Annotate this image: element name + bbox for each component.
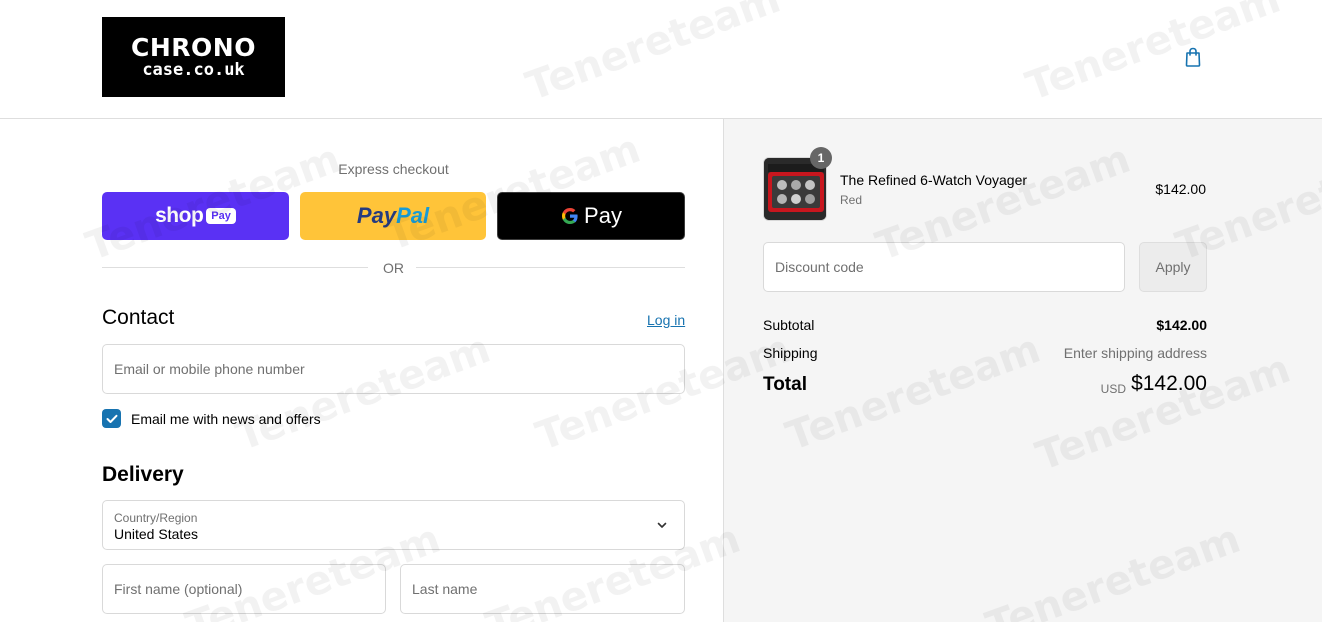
shipping-value: Enter shipping address [1063, 345, 1207, 361]
paypal-wordmark-part1: Pay [356, 203, 397, 228]
express-checkout-label: Express checkout [338, 161, 449, 177]
paypal-wordmark-part2: Pal [396, 203, 430, 228]
country-label: Country/Region [114, 511, 198, 525]
country-select[interactable]: Country/Region United States [102, 500, 685, 550]
logo-line-2: case.co.uk [142, 60, 245, 80]
shop-pay-button[interactable]: shop Pay [102, 192, 289, 240]
header: CHRONO case.co.uk [0, 0, 1322, 119]
checkout-form-column: Express checkout shop Pay Pay Pal Pay OR … [0, 120, 723, 622]
last-name-placeholder: Last name [412, 581, 478, 597]
contact-heading: Contact [102, 306, 175, 329]
product-name: The Refined 6-Watch Voyager [840, 172, 1028, 188]
checkmark-icon [106, 414, 117, 423]
or-text: OR [383, 260, 404, 276]
shop-pay-wordmark: shop [155, 204, 204, 227]
chevron-down-icon [657, 522, 667, 528]
cart-button[interactable] [1180, 44, 1206, 70]
subtotal-value: $142.00 [1156, 317, 1207, 333]
discount-code-field[interactable]: Discount code [763, 242, 1125, 292]
first-name-placeholder: First name (optional) [114, 581, 243, 597]
product-price: $142.00 [1155, 181, 1206, 197]
order-summary-column: 1 The Refined 6-Watch Voyager Red $142.0… [723, 119, 1322, 622]
google-g-icon [562, 208, 578, 224]
log-in-link[interactable]: Log in [647, 312, 685, 328]
shop-pay-pill: Pay [206, 208, 236, 224]
total-currency: USD [1100, 382, 1126, 396]
total-value: $142.00 [1131, 372, 1207, 395]
paypal-button[interactable]: Pay Pal [300, 192, 486, 240]
or-divider: OR [102, 260, 685, 276]
newsletter-label[interactable]: Email me with news and offers [131, 411, 321, 427]
store-logo[interactable]: CHRONO case.co.uk [102, 17, 285, 97]
subtotal-label: Subtotal [763, 317, 815, 333]
product-variant: Red [840, 193, 863, 207]
shopping-bag-icon [1185, 47, 1201, 67]
last-name-field[interactable]: Last name [400, 564, 685, 614]
delivery-heading: Delivery [102, 463, 184, 486]
apply-discount-button[interactable]: Apply [1139, 242, 1207, 292]
email-placeholder: Email or mobile phone number [114, 361, 305, 377]
divider-line-right [416, 267, 685, 268]
email-field[interactable]: Email or mobile phone number [102, 344, 685, 394]
google-pay-button[interactable]: Pay [497, 192, 685, 240]
google-pay-label: Pay [584, 203, 622, 228]
first-name-field[interactable]: First name (optional) [102, 564, 386, 614]
country-value: United States [114, 526, 199, 542]
shipping-label: Shipping [763, 345, 818, 361]
total-label: Total [763, 374, 807, 395]
discount-placeholder: Discount code [775, 259, 864, 275]
quantity-badge: 1 [810, 147, 832, 169]
logo-line-1: CHRONO [131, 33, 256, 62]
newsletter-checkbox[interactable] [102, 409, 121, 428]
